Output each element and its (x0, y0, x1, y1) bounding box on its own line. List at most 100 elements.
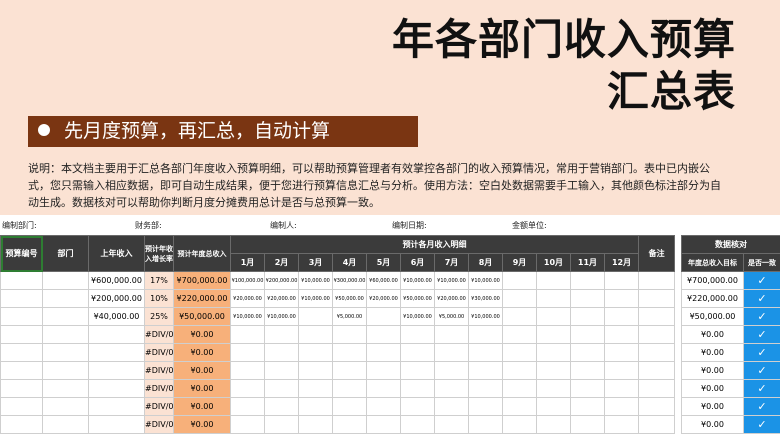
cell-month[interactable]: ¥10,000.00 (298, 289, 333, 308)
cell-month[interactable] (536, 307, 571, 326)
cell-month[interactable] (298, 361, 333, 380)
cell-dept[interactable] (42, 325, 89, 344)
cell-month[interactable] (264, 361, 299, 380)
cell-dept[interactable] (42, 361, 89, 380)
cell-last-year[interactable] (88, 343, 145, 362)
cell-month[interactable] (434, 379, 469, 398)
cell-target[interactable]: ¥0.00 (681, 343, 744, 362)
cell-month[interactable] (468, 397, 503, 416)
cell-month[interactable]: ¥200,000.00 (264, 271, 299, 290)
header-month[interactable]: 9月 (502, 253, 537, 272)
cell-month[interactable] (366, 397, 401, 416)
cell-target[interactable]: ¥0.00 (681, 397, 744, 416)
cell-month[interactable] (603, 361, 640, 380)
cell-month[interactable] (502, 361, 537, 380)
header-month[interactable]: 10月 (536, 253, 571, 272)
cell-growth[interactable]: 10% (144, 289, 174, 308)
cell-month[interactable] (468, 379, 503, 398)
cell-month[interactable] (603, 379, 640, 398)
cell-month[interactable] (264, 343, 299, 362)
cell-budget-no[interactable] (0, 307, 43, 326)
header-month[interactable]: 4月 (332, 253, 367, 272)
cell-growth[interactable]: #DIV/0! (144, 397, 174, 416)
cell-budget-no[interactable] (0, 361, 43, 380)
header-check-group[interactable]: 数据核对 (681, 235, 780, 254)
cell-remark[interactable] (638, 325, 676, 344)
cell-target[interactable]: ¥700,000.00 (681, 271, 744, 290)
header-monthly-group[interactable]: 预计各月收入明细 (229, 235, 640, 254)
cell-month[interactable] (298, 415, 333, 434)
cell-month[interactable]: ¥20,000.00 (366, 289, 401, 308)
cell-budget-no[interactable] (0, 289, 43, 308)
cell-annual-total[interactable]: ¥50,000.00 (173, 307, 231, 326)
cell-dept[interactable] (42, 307, 89, 326)
cell-month[interactable] (536, 361, 571, 380)
cell-month[interactable] (502, 379, 537, 398)
cell-month[interactable] (230, 379, 265, 398)
cell-remark[interactable] (638, 415, 676, 434)
cell-month[interactable] (230, 361, 265, 380)
cell-target[interactable]: ¥0.00 (681, 379, 744, 398)
cell-growth[interactable]: 25% (144, 307, 174, 326)
cell-month[interactable]: ¥20,000.00 (230, 289, 265, 308)
cell-growth[interactable]: #DIV/0! (144, 325, 174, 344)
cell-month[interactable]: ¥10,000.00 (264, 307, 299, 326)
header-month[interactable]: 6月 (400, 253, 435, 272)
cell-month[interactable]: ¥5,000.00 (434, 307, 469, 326)
cell-target[interactable]: ¥0.00 (681, 361, 744, 380)
cell-month[interactable] (366, 325, 401, 344)
cell-last-year[interactable]: ¥600,000.00 (88, 271, 145, 290)
cell-consistent-check-icon[interactable]: ✓ (743, 415, 780, 434)
cell-budget-no[interactable] (0, 325, 43, 344)
cell-consistent-check-icon[interactable]: ✓ (743, 325, 780, 344)
header-consistent[interactable]: 是否一致 (743, 253, 780, 272)
cell-month[interactable] (400, 343, 435, 362)
cell-target[interactable]: ¥220,000.00 (681, 289, 744, 308)
cell-month[interactable] (298, 397, 333, 416)
cell-dept[interactable] (42, 415, 89, 434)
cell-month[interactable]: ¥300,000.00 (332, 271, 367, 290)
cell-month[interactable] (264, 415, 299, 434)
cell-growth[interactable]: #DIV/0! (144, 379, 174, 398)
cell-target[interactable]: ¥0.00 (681, 325, 744, 344)
cell-month[interactable] (366, 379, 401, 398)
cell-month[interactable] (502, 325, 537, 344)
cell-annual-total[interactable]: ¥220,000.00 (173, 289, 231, 308)
cell-month[interactable] (570, 289, 605, 308)
cell-month[interactable]: ¥10,000.00 (400, 307, 435, 326)
header-remark[interactable]: 备注 (638, 235, 676, 272)
cell-month[interactable] (502, 307, 537, 326)
cell-month[interactable] (570, 307, 605, 326)
cell-month[interactable] (230, 397, 265, 416)
cell-budget-no[interactable] (0, 397, 43, 416)
cell-month[interactable] (603, 325, 640, 344)
cell-annual-total[interactable]: ¥0.00 (173, 343, 231, 362)
cell-last-year[interactable] (88, 397, 145, 416)
cell-month[interactable] (332, 325, 367, 344)
cell-budget-no[interactable] (0, 271, 43, 290)
cell-consistent-check-icon[interactable]: ✓ (743, 361, 780, 380)
cell-month[interactable] (536, 325, 571, 344)
cell-month[interactable] (502, 415, 537, 434)
cell-month[interactable] (434, 325, 469, 344)
cell-consistent-check-icon[interactable]: ✓ (743, 271, 780, 290)
cell-month[interactable]: ¥10,000.00 (230, 307, 265, 326)
cell-budget-no[interactable] (0, 379, 43, 398)
cell-annual-total[interactable]: ¥700,000.00 (173, 271, 231, 290)
header-growth[interactable]: 预计年收入增长率 (144, 235, 174, 272)
cell-month[interactable] (264, 397, 299, 416)
cell-month[interactable] (400, 325, 435, 344)
cell-last-year[interactable] (88, 379, 145, 398)
cell-annual-total[interactable]: ¥0.00 (173, 397, 231, 416)
cell-month[interactable]: ¥10,000.00 (468, 271, 503, 290)
cell-month[interactable] (400, 415, 435, 434)
cell-month[interactable] (536, 271, 571, 290)
cell-annual-total[interactable]: ¥0.00 (173, 325, 231, 344)
header-annual-total[interactable]: 预计年度总收入 (173, 235, 231, 272)
cell-month[interactable]: ¥10,000.00 (400, 271, 435, 290)
cell-month[interactable] (603, 271, 640, 290)
cell-month[interactable] (264, 325, 299, 344)
cell-month[interactable] (400, 397, 435, 416)
cell-month[interactable]: ¥100,000.00 (230, 271, 265, 290)
cell-month[interactable] (570, 361, 605, 380)
